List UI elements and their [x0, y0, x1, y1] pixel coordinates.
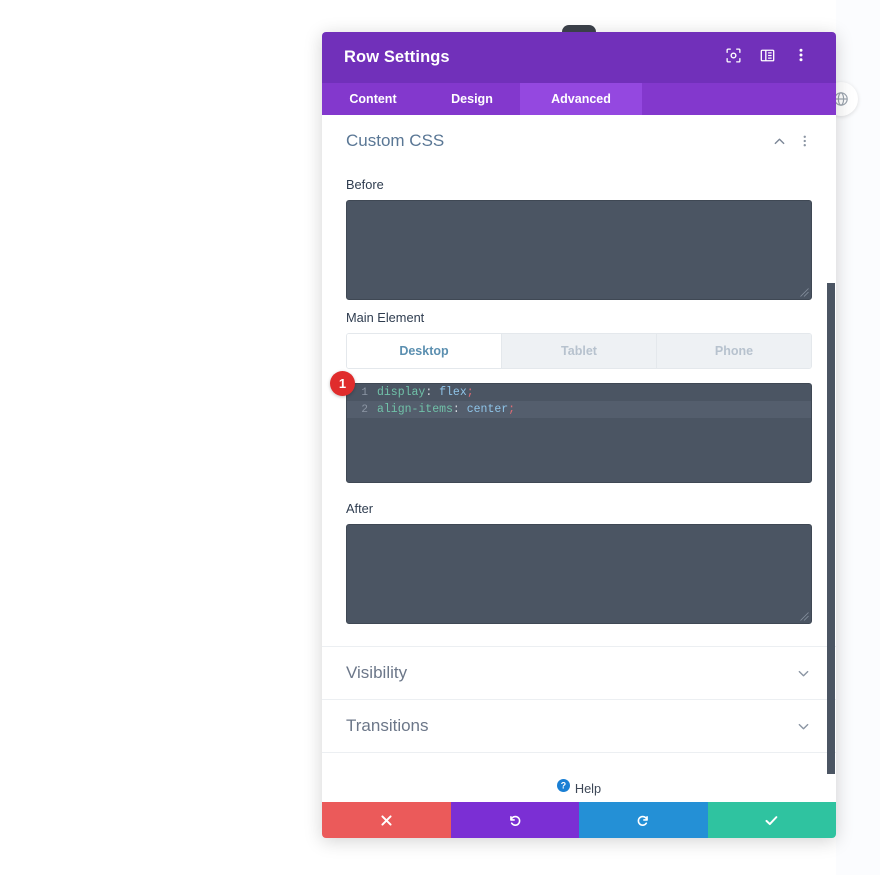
css-terminator: ;	[466, 386, 474, 399]
section-custom-css-title: Custom CSS	[346, 131, 445, 150]
annotation-marker-1: 1	[330, 371, 355, 396]
resize-grip-icon	[800, 288, 809, 297]
css-value: flex	[439, 386, 467, 399]
row-settings-modal: Row Settings Content Design Advanced Cus…	[322, 25, 836, 838]
css-property: display	[377, 386, 426, 399]
css-value: center	[466, 403, 509, 416]
layout-columns-icon-button[interactable]	[754, 45, 780, 71]
modal-footer	[322, 802, 836, 838]
section-transitions: Transitions	[322, 700, 836, 753]
cancel-button[interactable]	[322, 802, 451, 838]
page-right-gutter	[836, 0, 880, 875]
undo-button[interactable]	[450, 802, 579, 838]
section-custom-css-content: Before Main Element Desktop Tablet Phone	[330, 177, 812, 646]
layout-columns-icon	[760, 48, 775, 68]
device-tab-group: Desktop Tablet Phone	[346, 333, 812, 369]
modal-scrollbar-thumb[interactable]	[827, 283, 835, 774]
section-visibility-title: Visibility	[346, 663, 408, 682]
device-tab-tablet[interactable]: Tablet	[502, 334, 657, 368]
code-line: 1 display: flex;	[347, 384, 811, 401]
section-visibility-header[interactable]: Visibility	[346, 647, 812, 699]
section-visibility: Visibility	[322, 647, 836, 700]
line-number: 2	[361, 403, 368, 416]
field-label-after: After	[346, 501, 374, 516]
css-separator: :	[425, 386, 440, 399]
redo-button[interactable]	[579, 802, 708, 838]
redo-icon	[636, 813, 651, 828]
cross-icon	[380, 814, 393, 827]
device-tab-phone[interactable]: Phone	[657, 334, 811, 368]
before-css-textarea[interactable]	[346, 200, 812, 300]
field-label-before: Before	[346, 177, 384, 192]
check-icon	[764, 813, 779, 828]
tab-content[interactable]: Content	[322, 83, 424, 115]
after-css-textarea[interactable]	[346, 524, 812, 624]
section-transitions-title: Transitions	[346, 716, 429, 735]
help-question-icon: ?	[556, 779, 570, 797]
chevron-down-icon[interactable]	[794, 664, 812, 682]
section-custom-css-header[interactable]: Custom CSS	[346, 115, 812, 167]
modal-scrollbar-track[interactable]	[826, 283, 835, 774]
chevron-up-icon[interactable]	[770, 132, 788, 150]
css-terminator: ;	[508, 403, 516, 416]
section-transitions-header[interactable]: Transitions	[346, 700, 812, 752]
line-content: display: flex;	[377, 386, 474, 399]
device-tab-desktop[interactable]: Desktop	[347, 334, 502, 368]
save-button[interactable]	[707, 802, 836, 838]
page-title: Row Settings	[344, 48, 450, 66]
overflow-menu-icon	[799, 47, 803, 68]
section-overflow-menu-icon[interactable]	[798, 132, 812, 150]
focus-frame-icon	[725, 47, 741, 68]
svg-text:?: ?	[561, 781, 566, 791]
line-content: align-items: center;	[377, 403, 515, 416]
chevron-down-icon[interactable]	[794, 717, 812, 735]
css-separator: :	[452, 403, 467, 416]
focus-frame-icon-button[interactable]	[720, 45, 746, 71]
main-element-css-editor[interactable]: 1 display: flex; 2 align-items: center;	[346, 383, 812, 483]
settings-tab-bar: Content Design Advanced	[322, 83, 836, 115]
tab-design[interactable]: Design	[424, 83, 520, 115]
help-row[interactable]: ? Help	[322, 774, 836, 802]
resize-grip-icon	[800, 612, 809, 621]
css-property: align-items	[377, 403, 453, 416]
modal-header: Row Settings	[322, 32, 836, 83]
code-line: 2 align-items: center;	[347, 401, 811, 418]
tab-advanced[interactable]: Advanced	[520, 83, 642, 115]
undo-icon	[507, 813, 522, 828]
field-label-main-element: Main Element	[346, 310, 425, 325]
overflow-menu-icon-button[interactable]	[788, 45, 814, 71]
modal-body: Custom CSS Before Main Element Desktop T…	[322, 115, 836, 774]
help-label: Help	[574, 780, 602, 796]
section-custom-css: Custom CSS Before Main Element Desktop T…	[322, 115, 836, 647]
